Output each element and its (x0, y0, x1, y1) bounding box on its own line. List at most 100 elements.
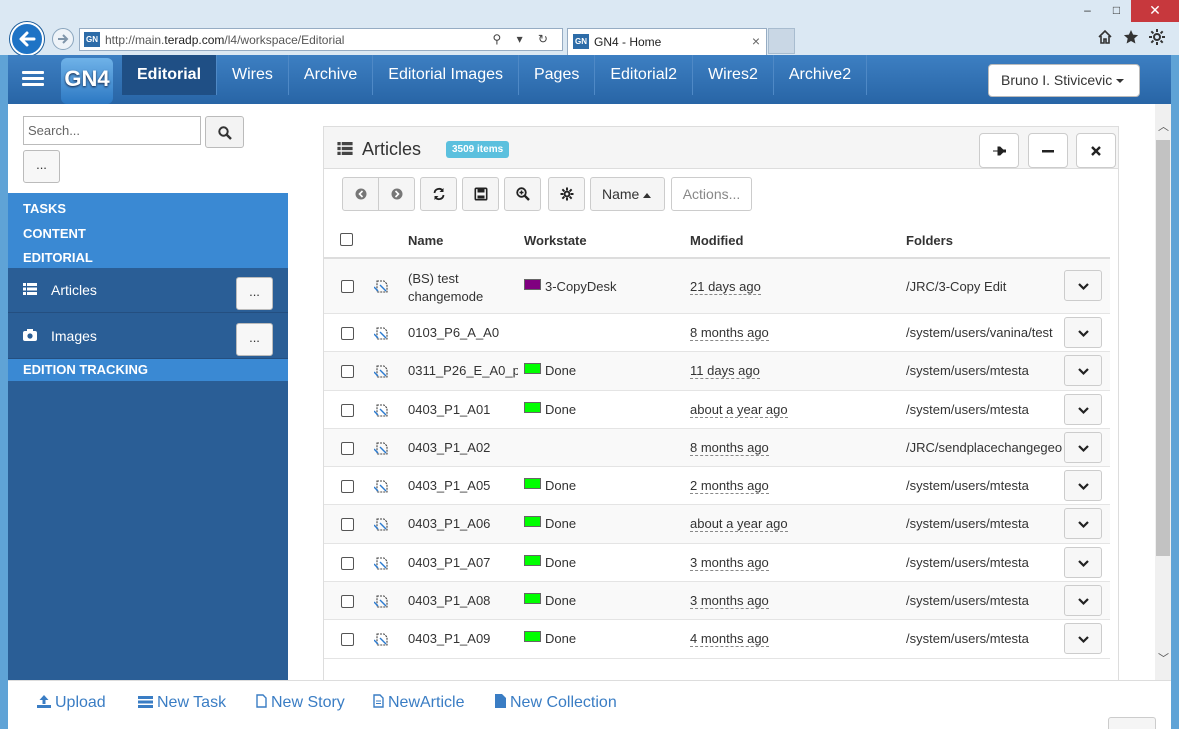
table-row[interactable]: 0403_P1_A05 Done 2 months ago/system/users… (324, 467, 1110, 506)
tab-archive2[interactable]: Archive2 (774, 55, 868, 95)
tab-pages[interactable]: Pages (519, 55, 596, 95)
row-name[interactable]: 0311_P26_E_A0_pl (408, 363, 518, 378)
next-button[interactable] (378, 177, 415, 211)
settings-button[interactable] (548, 177, 585, 211)
select-all-checkbox[interactable] (340, 233, 353, 246)
row-menu-button[interactable] (1064, 508, 1102, 540)
row-checkbox[interactable] (341, 556, 354, 570)
resize-handle[interactable] (1108, 717, 1156, 729)
scroll-up-icon[interactable]: ︿ (1158, 118, 1169, 134)
back-button[interactable] (10, 22, 44, 56)
minimize-panel-button[interactable] (1028, 133, 1068, 168)
tab-editorial-images[interactable]: Editorial Images (373, 55, 519, 95)
table-row[interactable]: (BS) test changemode 3-CopyDesk 21 days ag… (324, 259, 1110, 314)
table-row[interactable]: 0403_P1_A06 Done about a year ago/system/u… (324, 505, 1110, 544)
tab-archive[interactable]: Archive (289, 55, 374, 95)
row-menu-button[interactable] (1064, 431, 1102, 463)
scroll-thumb[interactable] (1156, 140, 1170, 556)
section-edition-tracking[interactable]: EDITION TRACKING (8, 359, 288, 381)
images-more-button[interactable]: ... (236, 323, 273, 356)
column-name[interactable]: Name (408, 233, 443, 248)
actions-button[interactable]: Actions... (671, 177, 752, 211)
row-checkbox[interactable] (341, 518, 354, 532)
table-row[interactable]: 0403_P1_A02 8 months ago/JRC/sendplacecha… (324, 428, 1110, 468)
row-menu-button[interactable] (1064, 470, 1102, 502)
row-menu-button[interactable] (1064, 270, 1102, 301)
section-editorial[interactable]: EDITORIAL (23, 246, 288, 271)
previous-button[interactable] (342, 177, 379, 211)
row-name[interactable]: 0103_P6_A_A0 (408, 325, 518, 340)
search-button[interactable] (205, 116, 244, 148)
address-tools[interactable]: ⚲ ▾ ↻ (492, 32, 554, 46)
row-menu-button[interactable] (1064, 355, 1102, 387)
new-tab-button[interactable] (768, 28, 795, 54)
row-checkbox[interactable] (341, 441, 354, 455)
row-name[interactable]: 0403_P1_A05 (408, 478, 518, 493)
pin-button[interactable] (979, 133, 1019, 168)
row-menu-button[interactable] (1064, 623, 1102, 655)
sidebar-more-button[interactable]: ... (23, 150, 60, 183)
star-icon[interactable] (1123, 29, 1139, 45)
row-checkbox[interactable] (341, 633, 354, 647)
column-folders[interactable]: Folders (906, 233, 953, 248)
table-row[interactable]: 0311_P26_E_A0_pl Done 11 days ago/system/u… (324, 352, 1110, 391)
row-name[interactable]: 0403_P1_A07 (408, 555, 518, 570)
row-name[interactable]: 0403_P1_A06 (408, 516, 518, 531)
section-content[interactable]: CONTENT (23, 222, 288, 247)
vertical-scrollbar[interactable]: ︿ ﹀ (1155, 104, 1171, 680)
new-story-link[interactable]: New Story (256, 694, 345, 712)
row-menu-button[interactable] (1064, 317, 1102, 348)
tab-wires[interactable]: Wires (217, 55, 289, 95)
row-checkbox[interactable] (341, 595, 354, 609)
refresh-button[interactable] (420, 177, 457, 211)
row-checkbox[interactable] (341, 280, 354, 293)
close-panel-button[interactable] (1076, 133, 1116, 168)
row-checkbox[interactable] (341, 403, 354, 417)
row-checkbox[interactable] (341, 365, 354, 379)
address-bar[interactable]: GN http://main.teradp.com/l4/workspace/E… (79, 28, 563, 51)
section-tasks[interactable]: TASKS (23, 197, 288, 222)
row-checkbox[interactable] (341, 327, 354, 340)
sidebar-item-articles[interactable]: Articles ... (8, 268, 288, 313)
row-name[interactable]: 0403_P1_A02 (408, 440, 518, 455)
forward-button[interactable] (52, 28, 74, 50)
upload-link[interactable]: Upload (37, 694, 106, 712)
row-name[interactable]: (BS) test changemode (408, 270, 518, 306)
user-menu-button[interactable]: Bruno I. Stivicevic (988, 64, 1140, 97)
scroll-down-icon[interactable]: ﹀ (1158, 650, 1169, 666)
hamburger-menu-icon[interactable] (22, 71, 44, 87)
close-window-button[interactable]: ✕ (1131, 0, 1179, 22)
row-name[interactable]: 0403_P1_A01 (408, 402, 518, 417)
tab-editorial2[interactable]: Editorial2 (595, 55, 694, 95)
table-row[interactable]: 0403_P1_A09 Done 4 months ago/system/users… (324, 620, 1110, 659)
tab-editorial[interactable]: Editorial (122, 55, 218, 95)
table-row[interactable]: 0403_P1_A07 Done 3 months ago/system/users… (324, 544, 1110, 583)
row-checkbox[interactable] (341, 480, 354, 494)
table-row[interactable]: 0103_P6_A_A0 8 months ago/system/users/va… (324, 314, 1110, 353)
table-row[interactable]: 0403_P1_A08 Done 3 months ago/system/users… (324, 582, 1110, 621)
new-article-link[interactable]: NewArticle (373, 694, 464, 712)
tab-wires2[interactable]: Wires2 (693, 55, 774, 95)
browser-tab[interactable]: GN GN4 - Home × (567, 28, 767, 55)
row-name[interactable]: 0403_P1_A08 (408, 593, 518, 608)
column-modified[interactable]: Modified (690, 233, 743, 248)
sort-by-button[interactable]: Name (590, 177, 665, 211)
articles-more-button[interactable]: ... (236, 277, 273, 310)
maximize-button[interactable]: □ (1102, 0, 1131, 22)
minimize-button[interactable]: – (1073, 0, 1102, 22)
row-name[interactable]: 0403_P1_A09 (408, 631, 518, 646)
zoom-button[interactable] (504, 177, 541, 211)
row-menu-button[interactable] (1064, 393, 1102, 425)
save-button[interactable] (462, 177, 499, 211)
tab-close-icon[interactable]: × (752, 33, 760, 49)
search-input[interactable] (23, 116, 201, 145)
home-icon[interactable] (1097, 29, 1113, 45)
column-workstate[interactable]: Workstate (524, 233, 587, 248)
new-task-link[interactable]: New Task (138, 694, 226, 712)
row-menu-button[interactable] (1064, 585, 1102, 617)
sidebar-item-images[interactable]: Images ... (8, 314, 288, 359)
gear-icon[interactable] (1149, 29, 1165, 45)
table-row[interactable]: 0403_P1_A01 Done about a year ago/system/u… (324, 391, 1110, 429)
row-menu-button[interactable] (1064, 546, 1102, 578)
new-collection-link[interactable]: New Collection (495, 694, 617, 712)
